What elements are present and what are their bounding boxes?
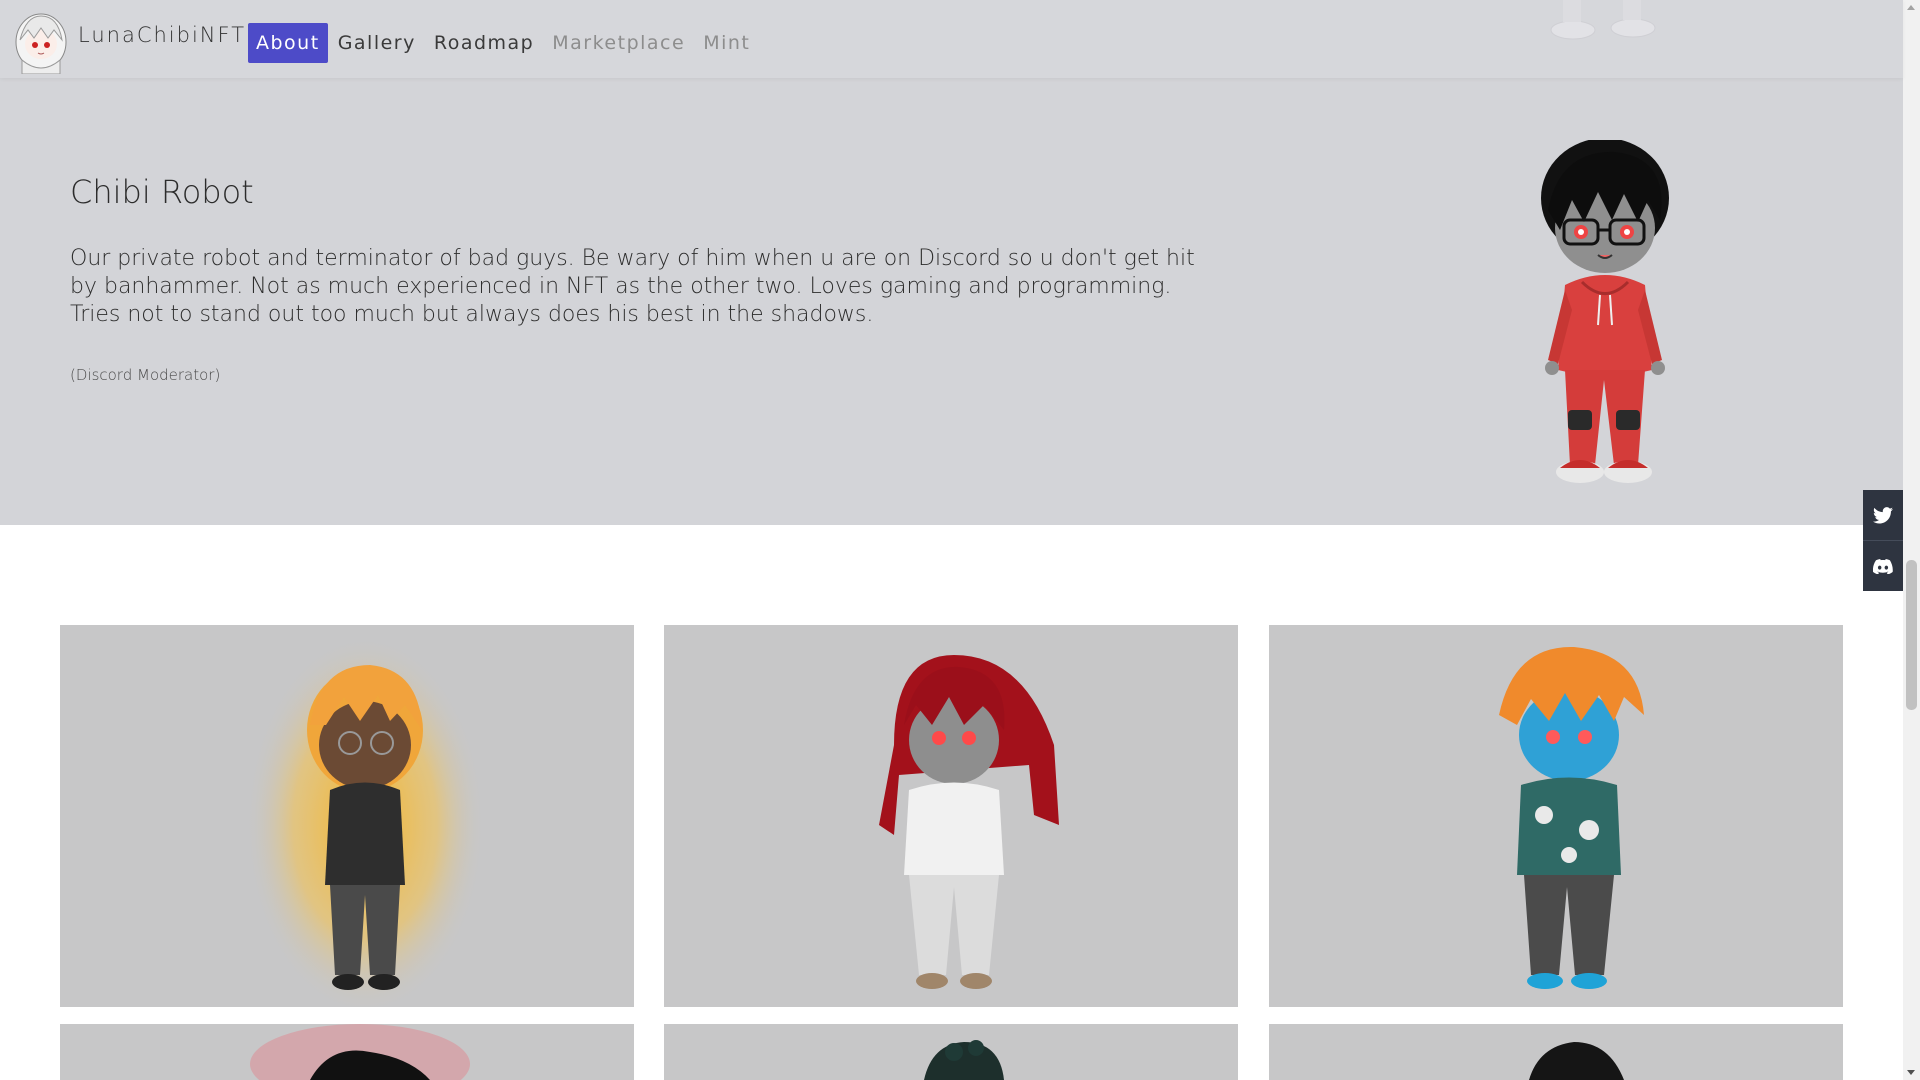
chibi-red-hair-white-hoodie-image <box>879 655 1059 989</box>
discord-icon <box>1873 558 1893 574</box>
scroll-thumb[interactable] <box>1906 560 1917 710</box>
member-description: Our private robot and terminator of bad … <box>70 246 1195 327</box>
page-scrollbar[interactable] <box>1903 0 1920 1080</box>
chibi-glasses-golden-aura-image <box>245 635 485 1007</box>
brand-name: LunaChibiNFT <box>78 23 247 47</box>
member-name: Chibi Robot <box>70 173 254 211</box>
gallery-item[interactable] <box>664 625 1238 1007</box>
scroll-down-arrow-icon[interactable] <box>1907 1070 1915 1075</box>
previous-character-feet <box>1550 0 1656 40</box>
nav-roadmap[interactable]: Roadmap <box>426 23 542 63</box>
nav-mint[interactable]: Mint <box>695 23 758 63</box>
nav-marketplace[interactable]: Marketplace <box>544 23 693 63</box>
scroll-up-arrow-icon[interactable] <box>1907 5 1915 10</box>
gallery-item[interactable] <box>60 1024 634 1080</box>
nav-gallery[interactable]: Gallery <box>330 23 424 63</box>
chibi-dark-green-hair-image <box>924 1040 1004 1080</box>
social-sidebar <box>1863 490 1903 591</box>
member-role: (Discord Moderator) <box>70 366 221 384</box>
gallery-item[interactable] <box>1269 625 1843 1007</box>
chibi-black-hair-red-aura-image <box>250 1024 470 1080</box>
gallery-item[interactable] <box>664 1024 1238 1080</box>
member-character-image <box>1541 140 1669 483</box>
brand[interactable]: LunaChibiNFT <box>14 12 246 74</box>
chibi-blue-skin-orange-hair-image <box>1499 646 1644 989</box>
twitter-icon <box>1873 506 1893 523</box>
nav-about[interactable]: About <box>248 23 328 63</box>
discord-button[interactable] <box>1863 540 1903 591</box>
chibi-avatar-logo-icon <box>15 13 67 74</box>
gallery-item[interactable] <box>60 625 634 1007</box>
team-member-section: Chibi Robot Our private robot and termin… <box>0 0 1903 525</box>
nav-menu: About Gallery Roadmap Marketplace Mint <box>248 23 760 63</box>
chibi-black-spiky-hair-image <box>1529 1042 1624 1080</box>
gallery-item[interactable] <box>1269 1024 1843 1080</box>
twitter-button[interactable] <box>1863 490 1903 540</box>
